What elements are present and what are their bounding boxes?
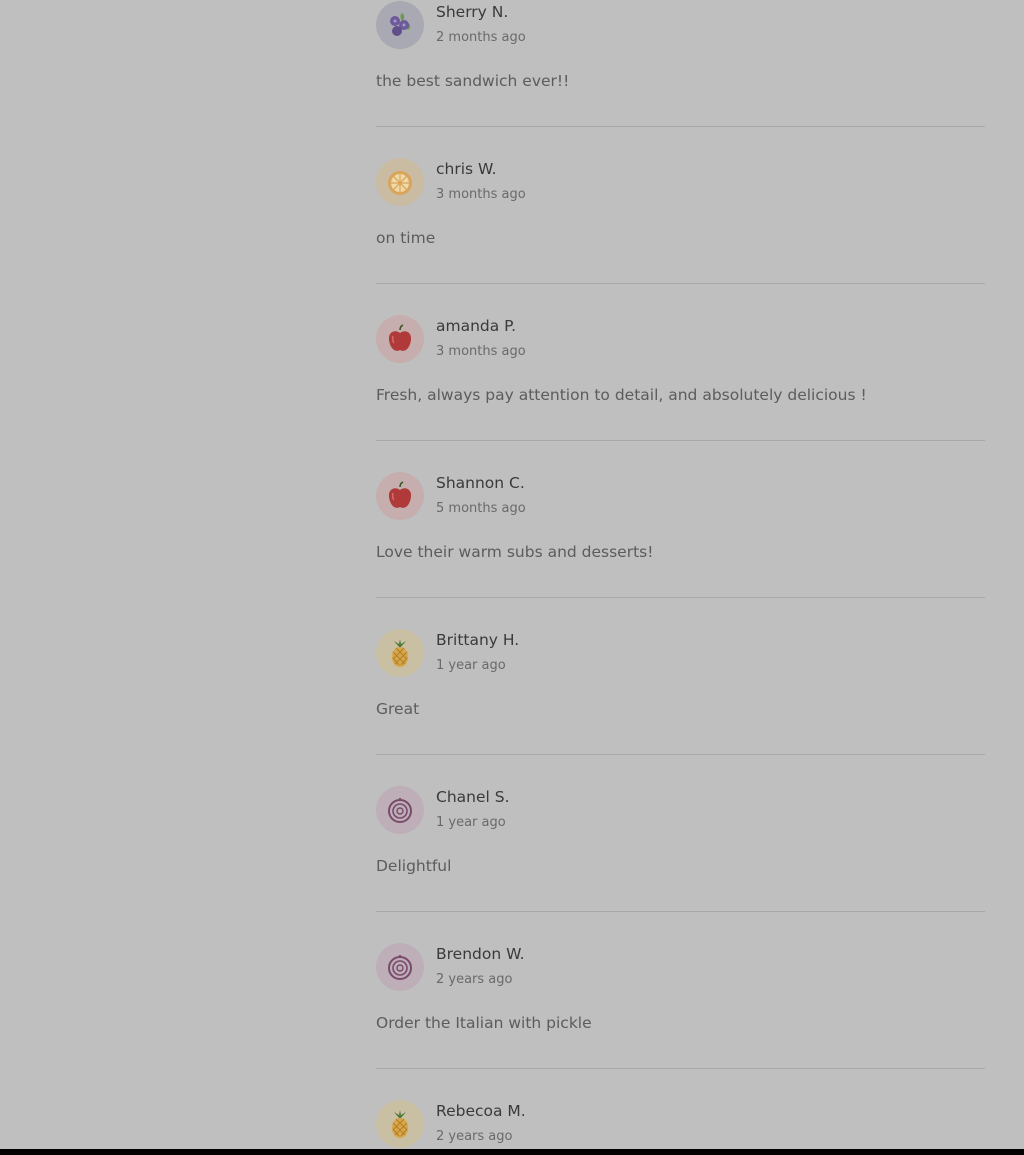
divider xyxy=(376,911,985,912)
divider xyxy=(376,597,985,598)
review-text: on time xyxy=(376,229,436,247)
avatar[interactable] xyxy=(376,472,424,520)
pineapple-icon xyxy=(392,639,408,667)
review-time: 3 months ago xyxy=(436,344,526,359)
divider xyxy=(376,283,985,284)
avatar[interactable] xyxy=(376,158,424,206)
blueberry-icon xyxy=(390,13,411,36)
apple-icon xyxy=(388,324,412,351)
review-time: 5 months ago xyxy=(436,501,526,516)
bottom-bar xyxy=(0,1149,1024,1155)
reviewer-name[interactable]: Brendon W. xyxy=(436,945,525,963)
review-item: amanda P. 3 months ago Fresh, always pay… xyxy=(376,315,985,472)
review-text: the best sandwich ever!! xyxy=(376,72,570,90)
divider xyxy=(376,126,985,127)
reviewer-name[interactable]: amanda P. xyxy=(436,317,516,335)
divider xyxy=(376,754,985,755)
review-item: Rebecoa M. 2 years ago xyxy=(376,1100,985,1149)
review-time: 2 years ago xyxy=(436,1129,513,1144)
pineapple-icon xyxy=(392,1110,408,1138)
review-time: 1 year ago xyxy=(436,658,506,673)
divider xyxy=(376,440,985,441)
avatar[interactable] xyxy=(376,629,424,677)
review-item: Shannon C. 5 months ago Love their warm … xyxy=(376,472,985,629)
review-text: Order the Italian with pickle xyxy=(376,1014,592,1032)
review-item: chris W. 3 months ago on time xyxy=(376,158,985,315)
avatar[interactable] xyxy=(376,315,424,363)
reviewer-name[interactable]: Sherry N. xyxy=(436,3,508,21)
apple-icon xyxy=(388,481,412,508)
review-time: 2 years ago xyxy=(436,972,513,987)
review-item: Sherry N. 2 months ago the best sandwich… xyxy=(376,1,985,158)
review-text: Fresh, always pay attention to detail, a… xyxy=(376,386,867,404)
onion-icon xyxy=(388,955,412,980)
review-time: 2 months ago xyxy=(436,30,526,45)
review-time: 3 months ago xyxy=(436,187,526,202)
review-item: Chanel S. 1 year ago Delightful xyxy=(376,786,985,943)
review-item: Brendon W. 2 years ago Order the Italian… xyxy=(376,943,985,1100)
reviewer-name[interactable]: Brittany H. xyxy=(436,631,519,649)
review-time: 1 year ago xyxy=(436,815,506,830)
reviewer-name[interactable]: chris W. xyxy=(436,160,497,178)
avatar[interactable] xyxy=(376,1,424,49)
orange-icon xyxy=(388,171,412,195)
onion-icon xyxy=(388,798,412,823)
review-text: Delightful xyxy=(376,857,452,875)
review-text: Love their warm subs and desserts! xyxy=(376,543,654,561)
avatar[interactable] xyxy=(376,943,424,991)
reviewer-name[interactable]: Chanel S. xyxy=(436,788,510,806)
divider xyxy=(376,1068,985,1069)
reviewer-name[interactable]: Shannon C. xyxy=(436,474,525,492)
review-text: Great xyxy=(376,700,420,718)
avatar[interactable] xyxy=(376,1100,424,1148)
avatar[interactable] xyxy=(376,786,424,834)
reviewer-name[interactable]: Rebecoa M. xyxy=(436,1102,526,1120)
review-item: Brittany H. 1 year ago Great xyxy=(376,629,985,786)
